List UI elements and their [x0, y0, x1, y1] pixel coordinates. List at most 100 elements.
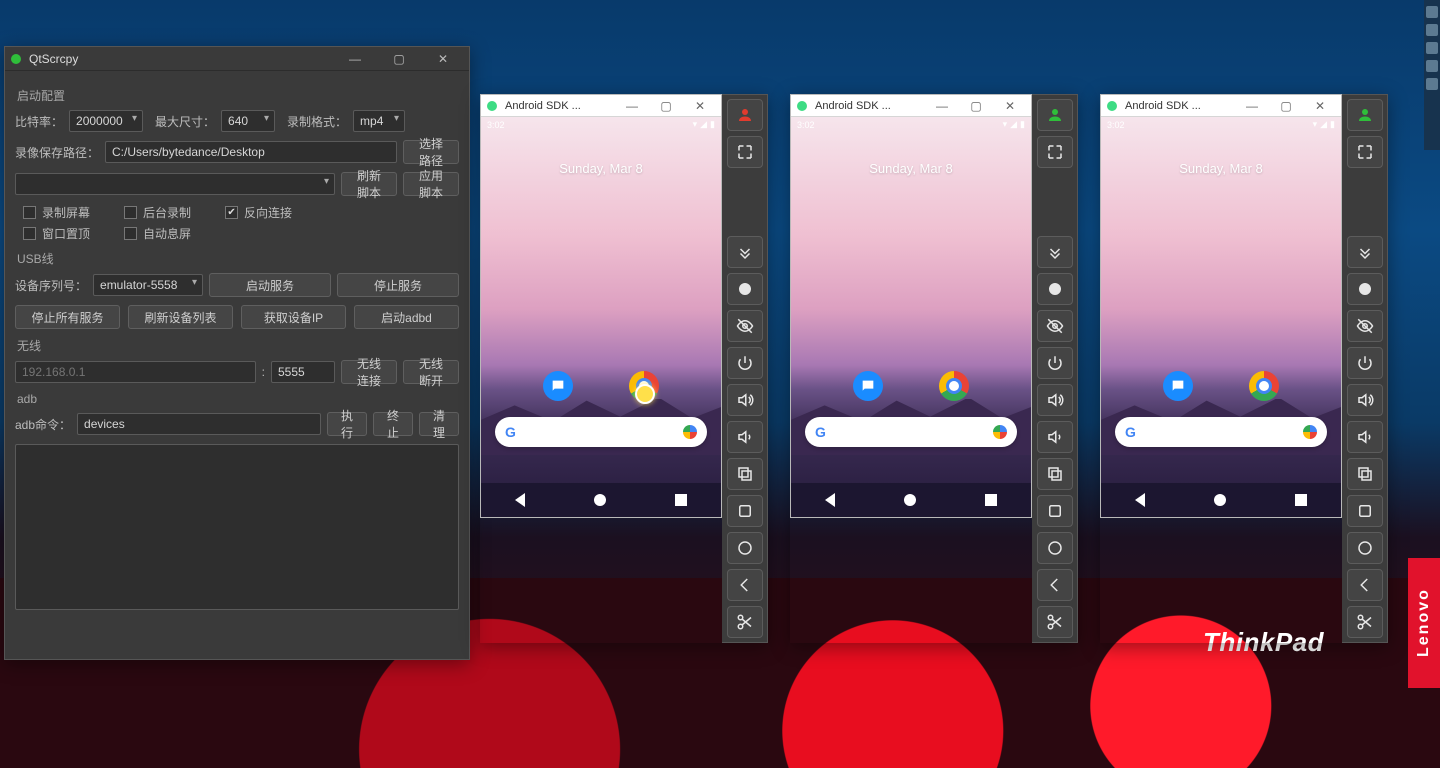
- window-close[interactable]: ✕: [683, 95, 717, 117]
- phone-titlebar[interactable]: Android SDK ... ― ▢ ✕: [1101, 95, 1341, 117]
- window-maximize[interactable]: ▢: [959, 95, 993, 117]
- start-adbd-button[interactable]: 启动adbd: [354, 305, 459, 329]
- volume-up-icon[interactable]: [727, 384, 763, 416]
- volume-down-icon[interactable]: [1347, 421, 1383, 453]
- power-icon[interactable]: [1347, 347, 1383, 379]
- cb-autoclose[interactable]: [124, 227, 137, 240]
- back-icon[interactable]: [1037, 569, 1073, 601]
- record-icon[interactable]: [1347, 273, 1383, 305]
- messages-app-icon[interactable]: [853, 371, 883, 401]
- refresh-devices-button[interactable]: 刷新设备列表: [128, 305, 233, 329]
- adb-output-console[interactable]: [15, 444, 459, 610]
- nav-home-button[interactable]: [1214, 494, 1226, 506]
- messages-app-icon[interactable]: [543, 371, 573, 401]
- google-search-bar[interactable]: G: [805, 417, 1017, 447]
- recfmt-select[interactable]: [353, 110, 405, 132]
- scissors-icon[interactable]: [1037, 606, 1073, 638]
- copy-icon[interactable]: [1037, 458, 1073, 490]
- cb-topmost[interactable]: [23, 227, 36, 240]
- adb-clear-button[interactable]: 清理: [419, 412, 459, 436]
- maxsize-select[interactable]: [221, 110, 275, 132]
- overview-icon[interactable]: [727, 495, 763, 527]
- assistant-icon[interactable]: [1303, 425, 1317, 439]
- messages-app-icon[interactable]: [1163, 371, 1193, 401]
- status-icon[interactable]: [727, 99, 763, 131]
- wireless-ip-input[interactable]: [15, 361, 256, 383]
- dropdown-chevron-icon[interactable]: [727, 236, 763, 268]
- expand-icon[interactable]: [1347, 136, 1383, 168]
- phone-titlebar[interactable]: Android SDK ... ― ▢ ✕: [791, 95, 1031, 117]
- home-icon[interactable]: [1347, 532, 1383, 564]
- record-icon[interactable]: [727, 273, 763, 305]
- phone-screen[interactable]: 3:02 ▾ ◢ ▮ Sunday, Mar 8 G: [791, 117, 1031, 517]
- window-close[interactable]: ✕: [993, 95, 1027, 117]
- copy-icon[interactable]: [727, 458, 763, 490]
- back-icon[interactable]: [727, 569, 763, 601]
- record-icon[interactable]: [1037, 273, 1073, 305]
- window-close[interactable]: ✕: [421, 47, 465, 71]
- assistant-icon[interactable]: [993, 425, 1007, 439]
- nav-recent-button[interactable]: [675, 494, 687, 506]
- home-icon[interactable]: [727, 532, 763, 564]
- get-ip-button[interactable]: 获取设备IP: [241, 305, 346, 329]
- wireless-disconnect-button[interactable]: 无线断开: [403, 360, 459, 384]
- apply-script-button[interactable]: 应用脚本: [403, 172, 459, 196]
- status-icon[interactable]: [1347, 99, 1383, 131]
- volume-down-icon[interactable]: [1037, 421, 1073, 453]
- bitrate-select[interactable]: [69, 110, 143, 132]
- adb-exec-button[interactable]: 执行: [327, 412, 367, 436]
- volume-down-icon[interactable]: [727, 421, 763, 453]
- status-icon[interactable]: [1037, 99, 1073, 131]
- phone-screen[interactable]: 3:02 ▾ ◢ ▮ Sunday, Mar 8 G: [481, 117, 721, 517]
- stop-all-button[interactable]: 停止所有服务: [15, 305, 120, 329]
- nav-back-button[interactable]: [515, 493, 525, 507]
- assistant-icon[interactable]: [683, 425, 697, 439]
- window-minimize[interactable]: ―: [925, 95, 959, 117]
- qtscrcpy-titlebar[interactable]: QtScrcpy ― ▢ ✕: [5, 47, 469, 71]
- visibility-off-icon[interactable]: [727, 310, 763, 342]
- phone-titlebar[interactable]: Android SDK ... ― ▢ ✕: [481, 95, 721, 117]
- nav-home-button[interactable]: [904, 494, 916, 506]
- cb-reverse[interactable]: ✔: [225, 206, 238, 219]
- nav-recent-button[interactable]: [985, 494, 997, 506]
- window-maximize[interactable]: ▢: [377, 47, 421, 71]
- google-search-bar[interactable]: G: [495, 417, 707, 447]
- window-minimize[interactable]: ―: [333, 47, 377, 71]
- back-icon[interactable]: [1347, 569, 1383, 601]
- power-icon[interactable]: [727, 347, 763, 379]
- expand-icon[interactable]: [727, 136, 763, 168]
- dropdown-chevron-icon[interactable]: [1037, 236, 1073, 268]
- adbcmd-input[interactable]: [77, 413, 321, 435]
- volume-up-icon[interactable]: [1347, 384, 1383, 416]
- cb-recscreen[interactable]: [23, 206, 36, 219]
- phone-screen[interactable]: 3:02 ▾ ◢ ▮ Sunday, Mar 8 G: [1101, 117, 1341, 517]
- power-icon[interactable]: [1037, 347, 1073, 379]
- nav-back-button[interactable]: [1135, 493, 1145, 507]
- expand-icon[interactable]: [1037, 136, 1073, 168]
- choose-path-button[interactable]: 选择路径: [403, 140, 459, 164]
- nav-home-button[interactable]: [594, 494, 606, 506]
- window-minimize[interactable]: ―: [1235, 95, 1269, 117]
- dropdown-chevron-icon[interactable]: [1347, 236, 1383, 268]
- window-close[interactable]: ✕: [1303, 95, 1337, 117]
- serial-select[interactable]: [93, 274, 203, 296]
- scissors-icon[interactable]: [727, 606, 763, 638]
- copy-icon[interactable]: [1347, 458, 1383, 490]
- wireless-connect-button[interactable]: 无线连接: [341, 360, 397, 384]
- overview-icon[interactable]: [1037, 495, 1073, 527]
- cb-bgrec[interactable]: [124, 206, 137, 219]
- overview-icon[interactable]: [1347, 495, 1383, 527]
- refresh-script-button[interactable]: 刷新脚本: [341, 172, 397, 196]
- recpath-input[interactable]: [105, 141, 397, 163]
- scissors-icon[interactable]: [1347, 606, 1383, 638]
- start-service-button[interactable]: 启动服务: [209, 273, 331, 297]
- chrome-app-icon[interactable]: [1249, 371, 1279, 401]
- window-minimize[interactable]: ―: [615, 95, 649, 117]
- wireless-port-input[interactable]: [271, 361, 335, 383]
- volume-up-icon[interactable]: [1037, 384, 1073, 416]
- chrome-app-icon[interactable]: [939, 371, 969, 401]
- visibility-off-icon[interactable]: [1037, 310, 1073, 342]
- nav-recent-button[interactable]: [1295, 494, 1307, 506]
- window-maximize[interactable]: ▢: [649, 95, 683, 117]
- stop-service-button[interactable]: 停止服务: [337, 273, 459, 297]
